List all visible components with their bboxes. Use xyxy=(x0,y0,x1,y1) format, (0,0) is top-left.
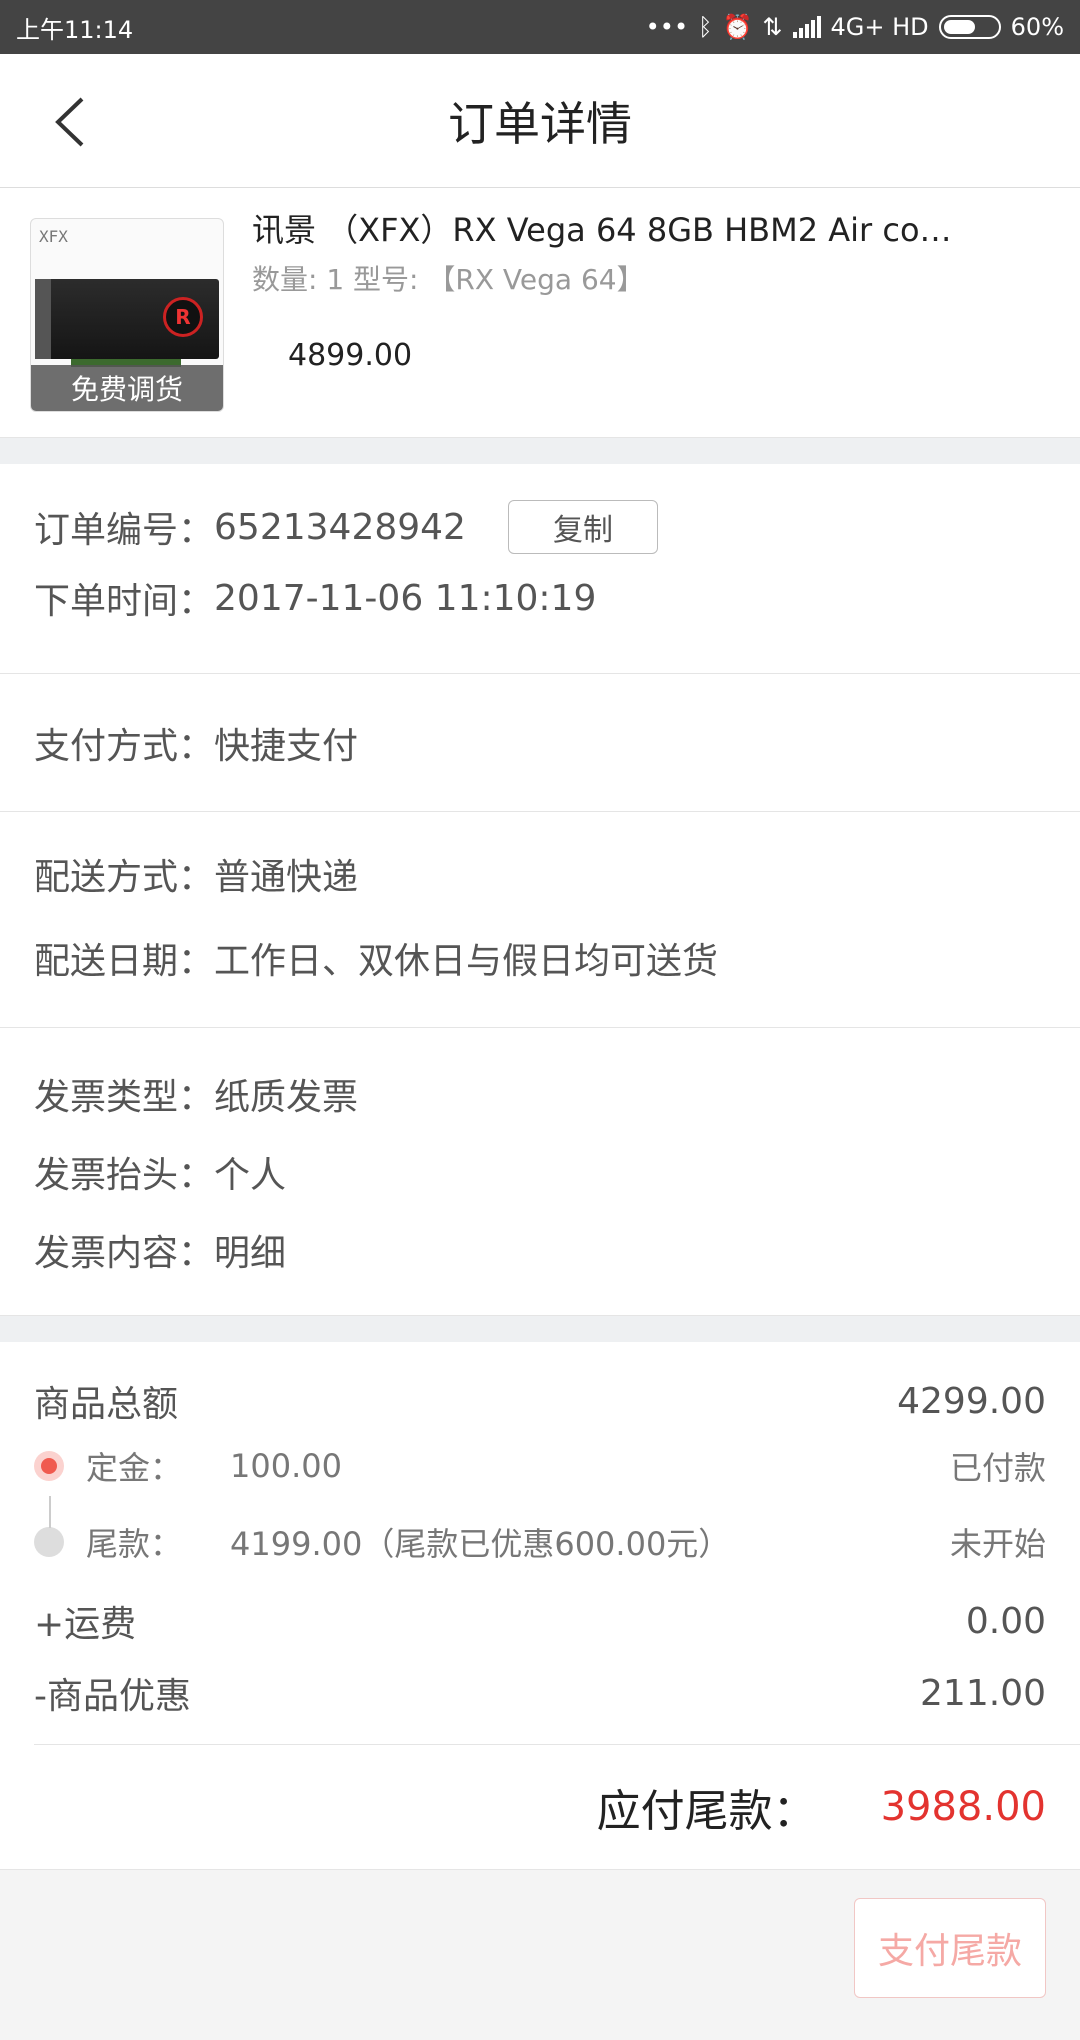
battery-icon xyxy=(938,15,1001,39)
delivery-date-label: 配送日期： xyxy=(34,941,215,982)
balance-value: 4199.00（尾款已优惠600.00元） xyxy=(230,1525,731,1563)
product-card[interactable]: XFX R 免费调货 讯景 （XFX）RX Vega 64 8GB HBM2 A… xyxy=(0,188,1080,438)
invoice-content-row: 发票内容： 明细 xyxy=(0,1212,1080,1288)
shipping-label: +运费 xyxy=(34,1604,137,1645)
balance-status: 未开始 xyxy=(949,1525,1046,1563)
deposit-status: 已付款 xyxy=(949,1449,1046,1487)
goods-total-row: 商品总额 4299.00 xyxy=(0,1366,1080,1436)
chevron-left-icon xyxy=(55,97,84,147)
invoice-type-row: 发票类型： 纸质发票 xyxy=(0,1056,1080,1132)
invoice-section: 发票类型： 纸质发票 发票抬头： 个人 发票内容： 明细 xyxy=(0,1028,1080,1316)
goods-total-value: 4299.00 xyxy=(897,1380,1046,1422)
product-name: 讯景 （XFX）RX Vega 64 8GB HBM2 Air co… xyxy=(252,211,952,249)
delivery-method-row: 配送方式： 普通快递 xyxy=(0,830,1080,918)
price-summary: 商品总额 4299.00 定金： 100.00 已付款 尾款： 4199.00（… xyxy=(0,1342,1080,1869)
section-divider xyxy=(0,438,1080,464)
section-divider xyxy=(0,1316,1080,1342)
payment-method-row: 支付方式： 快捷支付 xyxy=(0,674,1080,812)
discount-row: -商品优惠 211.00 xyxy=(0,1654,1080,1744)
balance-row: 尾款： 4199.00（尾款已优惠600.00元） 未开始 xyxy=(0,1496,1080,1588)
invoice-content-value: 明细 xyxy=(214,1233,287,1274)
invoice-title-label: 发票抬头： xyxy=(34,1155,215,1196)
invoice-type-value: 纸质发票 xyxy=(214,1077,359,1118)
discount-value: 211.00 xyxy=(920,1672,1046,1714)
goods-total-label: 商品总额 xyxy=(34,1384,179,1425)
back-button[interactable] xyxy=(44,92,94,152)
balance-status-dot-icon xyxy=(34,1527,64,1557)
order-time-row: 下单时间： 2017-11-06 11:10:19 xyxy=(0,560,1080,636)
product-image: XFX R 免费调货 xyxy=(30,218,224,412)
payment-method-label: 支付方式： xyxy=(34,726,215,767)
page-title: 订单详情 xyxy=(448,97,632,151)
delivery-method-value: 普通快递 xyxy=(214,857,359,898)
status-bar: 上午11:14 ••• ᛒ ⏰ ⇅ 4G+ HD 60% xyxy=(0,0,1080,54)
invoice-title-value: 个人 xyxy=(214,1155,287,1196)
data-transfer-icon: ⇅ xyxy=(762,13,783,41)
bottom-action-bar: 支付尾款 xyxy=(0,1869,1080,2022)
deposit-row: 定金： 100.00 已付款 xyxy=(0,1436,1080,1496)
payment-section: 支付方式： 快捷支付 xyxy=(0,674,1080,812)
order-number-label: 订单编号： xyxy=(34,510,215,551)
status-icons: ••• ᛒ ⏰ ⇅ 4G+ HD 60% xyxy=(646,13,1064,41)
delivery-date-value: 工作日、双休日与假日均可送货 xyxy=(214,941,719,982)
delivery-method-label: 配送方式： xyxy=(34,857,215,898)
order-number-value: 65213428942 xyxy=(214,506,466,548)
order-time-label: 下单时间： xyxy=(34,581,215,622)
alarm-icon: ⏰ xyxy=(722,13,753,41)
amount-due-row: 应付尾款： 3988.00 xyxy=(34,1744,1080,1869)
balance-label: 尾款： xyxy=(86,1525,183,1563)
invoice-content-label: 发票内容： xyxy=(34,1233,215,1274)
network-type: 4G+ HD xyxy=(830,13,929,41)
order-number-row: 订单编号： 65213428942 复制 xyxy=(0,494,1080,560)
order-info-section: 订单编号： 65213428942 复制 下单时间： 2017-11-06 11… xyxy=(0,464,1080,674)
shipping-value: 0.00 xyxy=(965,1600,1046,1642)
delivery-section: 配送方式： 普通快递 配送日期： 工作日、双休日与假日均可送货 xyxy=(0,812,1080,1028)
signal-icon xyxy=(792,16,821,38)
delivery-date-row: 配送日期： 工作日、双休日与假日均可送货 xyxy=(0,918,1080,998)
bluetooth-icon: ᛒ xyxy=(698,13,713,41)
discount-label: -商品优惠 xyxy=(34,1676,191,1717)
title-bar: 订单详情 xyxy=(0,54,1080,188)
copy-button[interactable]: 复制 xyxy=(507,500,658,554)
deposit-label: 定金： xyxy=(86,1449,183,1487)
radeon-logo-icon: R xyxy=(163,297,203,337)
product-spec: 数量: 1 型号: 【RX Vega 64】 xyxy=(252,263,645,296)
amount-due-value: 3988.00 xyxy=(880,1784,1046,1830)
invoice-type-label: 发票类型： xyxy=(34,1077,215,1118)
shipping-row: +运费 0.00 xyxy=(0,1588,1080,1654)
pay-balance-button[interactable]: 支付尾款 xyxy=(854,1898,1046,1998)
deposit-status-dot-icon xyxy=(34,1451,64,1481)
order-time-value: 2017-11-06 11:10:19 xyxy=(214,577,597,619)
status-time: 上午11:14 xyxy=(16,15,134,44)
payment-method-value: 快捷支付 xyxy=(214,726,359,767)
battery-percent: 60% xyxy=(1010,13,1064,41)
invoice-title-row: 发票抬头： 个人 xyxy=(0,1132,1080,1212)
graphics-card-image: R xyxy=(35,279,219,359)
product-price: 4899.00 xyxy=(288,338,413,373)
free-transfer-badge: 免费调货 xyxy=(31,365,223,411)
more-dots-icon: ••• xyxy=(645,13,689,41)
brand-logo: XFX xyxy=(39,227,68,246)
deposit-value: 100.00 xyxy=(230,1447,342,1485)
timeline-connector xyxy=(49,1496,51,1528)
amount-due-label: 应付尾款： xyxy=(596,1786,817,1837)
